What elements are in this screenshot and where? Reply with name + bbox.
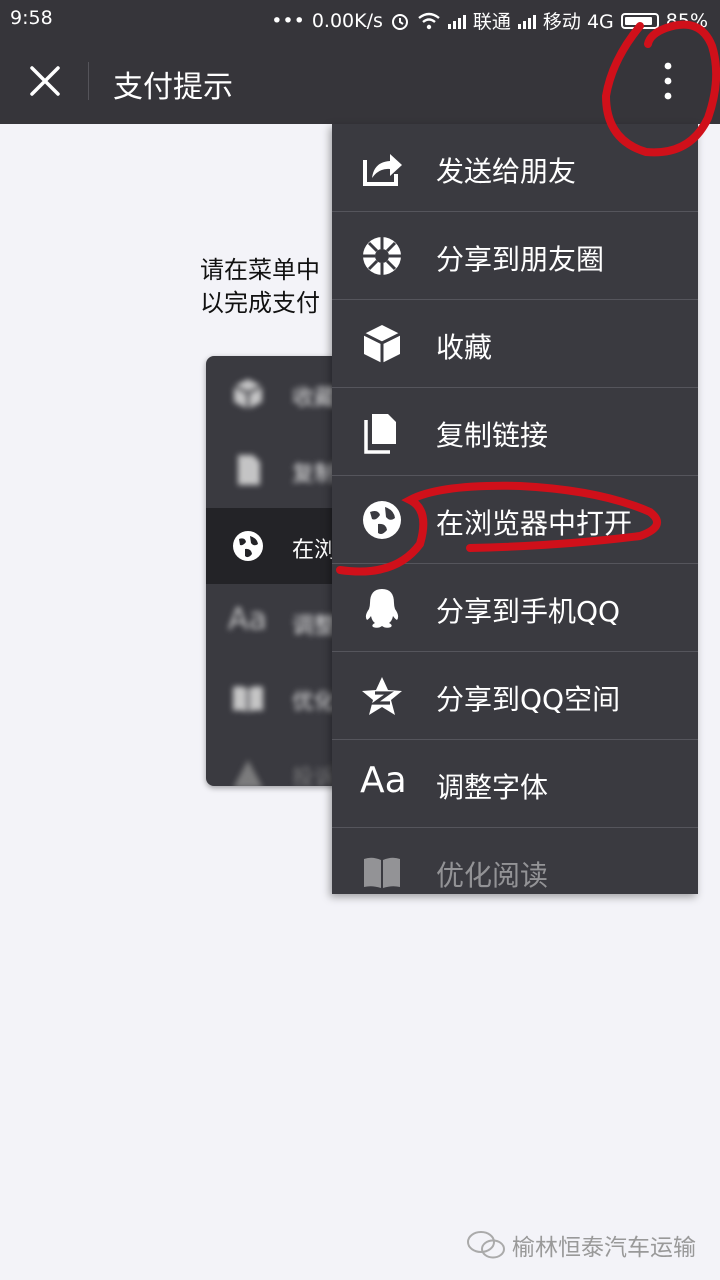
menu-label: 分享到手机QQ	[436, 595, 621, 628]
globe-icon	[233, 531, 263, 561]
menu-item-copy-link[interactable]: 复制链接	[332, 388, 698, 476]
menu-item-share-qq[interactable]: 分享到手机QQ	[332, 564, 698, 652]
example-label: 调整	[292, 614, 337, 639]
book-icon	[233, 686, 263, 712]
warning-icon	[234, 760, 262, 786]
cube-icon	[363, 325, 401, 363]
menu-label: 收藏	[436, 331, 493, 364]
menu-label: 发送给朋友	[436, 155, 577, 188]
example-label: 优化	[292, 690, 337, 715]
cube-icon	[233, 379, 263, 409]
example-label: 在浏	[292, 538, 337, 563]
menu-item-open-in-browser[interactable]: 在浏览器中打开	[332, 476, 698, 564]
font-size-icon: Aa	[360, 760, 407, 801]
overflow-menu: 发送给朋友 分享到朋友圈 收藏 复制链接 在浏览器中打开 分享到手机QQ 分享到…	[332, 124, 698, 894]
status-bar: 9:58 ••• 0.00K/s 联通 移动 4G 85%	[0, 0, 720, 38]
font-icon: Aa	[228, 602, 267, 637]
menu-label: 调整字体	[436, 771, 549, 804]
menu-label: 在浏览器中打开	[436, 507, 633, 540]
menu-label: 优化阅读	[436, 859, 549, 892]
status-time: 9:58	[10, 7, 53, 29]
signal-icon-2	[517, 13, 536, 29]
carrier1: 联通	[472, 11, 511, 33]
menu-label: 分享到QQ空间	[436, 683, 621, 716]
globe-icon	[363, 501, 401, 539]
example-label: 收藏	[292, 386, 337, 411]
menu-label: 分享到朋友圈	[436, 243, 605, 276]
battery-icon	[620, 12, 659, 29]
page-title: 支付提示	[113, 70, 233, 105]
qzone-icon	[362, 677, 402, 715]
wifi-icon	[418, 12, 440, 29]
menu-item-send-to-friend[interactable]: 发送给朋友	[332, 124, 698, 212]
watermark-text: 榆林恒泰汽车运输	[512, 1235, 696, 1261]
signal-icon	[447, 13, 466, 29]
book-icon	[364, 857, 400, 888]
net-speed: 0.00K/s	[311, 9, 383, 32]
title-bar: 支付提示	[0, 38, 720, 124]
alarm-icon	[391, 13, 408, 30]
title-divider	[88, 62, 89, 100]
battery-level: 85%	[665, 9, 708, 32]
moments-icon	[363, 237, 401, 275]
copy-link-icon	[364, 414, 396, 454]
status-right: ••• 0.00K/s 联通 移动 4G 85%	[271, 7, 708, 34]
menu-item-font-size[interactable]: Aa 调整字体	[332, 740, 698, 828]
close-icon[interactable]	[24, 60, 66, 102]
document-icon	[238, 455, 260, 485]
watermark: 榆林恒泰汽车运输	[466, 1228, 696, 1262]
menu-label: 复制链接	[436, 419, 549, 452]
menu-item-share-qzone[interactable]: 分享到QQ空间	[332, 652, 698, 740]
menu-item-favorite[interactable]: 收藏	[332, 300, 698, 388]
menu-item-optimize-reading[interactable]: 优化阅读	[332, 828, 698, 894]
example-label: 投诉	[292, 766, 337, 786]
carrier2: 移动 4G	[542, 11, 614, 33]
wechat-icon	[467, 1231, 505, 1259]
example-label: 复制	[292, 462, 337, 487]
more-menu-icon[interactable]	[648, 58, 688, 104]
qq-icon	[365, 589, 399, 628]
more-dots-icon: •••	[271, 9, 305, 32]
share-icon	[363, 154, 402, 186]
menu-item-share-moments[interactable]: 分享到朋友圈	[332, 212, 698, 300]
